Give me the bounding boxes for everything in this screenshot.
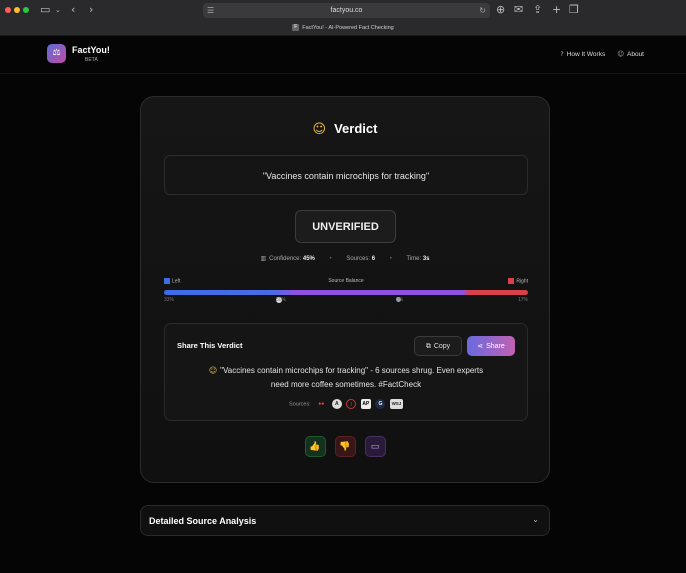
- wsj-icon[interactable]: WSJ: [389, 399, 403, 409]
- comment-icon[interactable]: ▭: [364, 436, 386, 457]
- bar-chart-icon: ▥: [260, 255, 267, 262]
- sources-value: 6: [371, 256, 376, 262]
- nav-how-it-works[interactable]: ? How It Works: [560, 50, 605, 58]
- new-tab-icon[interactable]: +: [552, 3, 561, 17]
- a-icon[interactable]: A: [331, 399, 342, 409]
- share-button[interactable]: ⋖ Share: [467, 336, 515, 356]
- nav-about-label: About: [627, 51, 644, 58]
- tab-overview-icon[interactable]: ❐: [569, 3, 579, 17]
- verdict-heading: ☺ Verdict: [141, 121, 549, 137]
- share-page-icon[interactable]: ⇪: [533, 3, 542, 17]
- tab-favicon-icon: F: [292, 24, 300, 32]
- share-sources: Sources: ●● A / AP G WSJ: [165, 399, 527, 409]
- thinking-face-icon: ☺: [312, 122, 327, 137]
- left-percent: 33%: [164, 297, 175, 303]
- feedback-buttons: 👍 👎 ▭: [141, 436, 549, 457]
- download-icon[interactable]: ⊕: [496, 3, 505, 17]
- balance-right-label: Right: [516, 278, 528, 285]
- balance-percentages: 33% 50% 0% 17%: [164, 297, 528, 307]
- detail-title: Detailed Source Analysis: [149, 516, 257, 526]
- help-circle-icon: ?: [560, 50, 564, 58]
- detailed-source-analysis[interactable]: Detailed Source Analysis ⌄: [140, 505, 550, 536]
- sources-row-label: Sources:: [289, 401, 311, 408]
- reload-icon[interactable]: ↻: [479, 3, 486, 18]
- mail-icon[interactable]: ✉: [514, 3, 523, 17]
- url-text: factyou.co: [330, 7, 363, 14]
- scale-icon[interactable]: ⚖: [47, 44, 66, 63]
- claim-text: "Vaccines contain microchips for trackin…: [164, 155, 528, 195]
- source-balance: Left Source Balance Right 33% 50% 0% 17%: [164, 278, 528, 307]
- verdict-stats: ▥ Confidence: 45% • Sources: 6 • Time: 3s: [141, 255, 549, 262]
- thumbs-down-icon[interactable]: 👎: [334, 436, 356, 457]
- nbc-icon[interactable]: ●●: [315, 399, 327, 409]
- thinking-face-icon: ☺: [208, 366, 218, 375]
- share-panel: Share This Verdict ⧉ Copy ⋖ Share ☺ "Vaccin…: [164, 323, 528, 421]
- page-settings-icon[interactable]: ☰: [207, 3, 214, 18]
- stat-separator: •: [329, 256, 332, 262]
- copy-button[interactable]: ⧉ Copy: [414, 336, 462, 356]
- site-header: ⚖ FactYou! BETA ? How It Works ☺ About: [0, 36, 686, 74]
- zoom-window-button[interactable]: [23, 7, 29, 13]
- window-controls: [5, 7, 29, 13]
- balance-labels: Left Source Balance Right: [164, 278, 528, 287]
- balance-bar: [164, 290, 528, 295]
- right-percent: 17%: [517, 297, 528, 303]
- chevron-down-icon[interactable]: ⌄: [532, 515, 539, 524]
- tab-title: FactYou! - AI-Powered Fact Checking: [302, 25, 394, 31]
- address-bar[interactable]: ☰ factyou.co ↻: [203, 3, 490, 18]
- verdict-card: ☺ Verdict "Vaccines contain microchips fo…: [140, 96, 550, 483]
- share-message-line2: need more coffee sometimes. #FactCheck: [270, 380, 422, 389]
- copy-icon: ⧉: [425, 342, 431, 350]
- balance-right: Right: [508, 278, 528, 284]
- verdict-title: Verdict: [334, 121, 378, 136]
- share-title: Share This Verdict: [177, 341, 243, 350]
- share-icon: ⋖: [477, 342, 484, 350]
- right-swatch: [508, 278, 515, 284]
- confidence-label: Confidence:: [269, 256, 302, 262]
- back-icon[interactable]: ‹: [71, 3, 75, 17]
- stat-separator: •: [389, 256, 392, 262]
- verdict-status-badge: UNVERIFIED: [295, 210, 396, 243]
- browser-toolbar: ▭ ⌄ ‹ › ☰ factyou.co ↻ ⊕ ✉ ⇪ + ❐: [0, 0, 686, 21]
- chevron-down-icon[interactable]: ⌄: [55, 3, 61, 17]
- copy-button-label: Copy: [433, 343, 451, 350]
- minimize-window-button[interactable]: [14, 7, 20, 13]
- sidebar-toggle-icon[interactable]: ▭: [40, 3, 50, 17]
- time-value: 3s: [422, 256, 430, 262]
- browser-chrome: ▭ ⌄ ‹ › ☰ factyou.co ↻ ⊕ ✉ ⇪ + ❐ F FactYo…: [0, 0, 686, 36]
- neutral-percent-value: 0%: [396, 297, 404, 303]
- sources-label: Sources:: [346, 256, 371, 262]
- share-message-line1: "Vaccines contain microchips for trackin…: [220, 366, 484, 375]
- balance-title: Source Balance: [328, 278, 364, 284]
- confidence-value: 45%: [302, 256, 315, 262]
- thumbs-up-icon[interactable]: 👍: [304, 436, 326, 457]
- forward-icon[interactable]: ›: [89, 3, 93, 17]
- close-window-button[interactable]: [5, 7, 11, 13]
- ap-icon[interactable]: AP: [360, 399, 371, 409]
- nav-how-it-works-label: How It Works: [566, 51, 606, 58]
- center-percent-value: 50%: [276, 297, 287, 303]
- g-icon[interactable]: G: [375, 399, 386, 409]
- user-icon: ☺: [617, 50, 624, 58]
- share-button-label: Share: [486, 343, 505, 350]
- brand-name[interactable]: FactYou!: [72, 45, 110, 55]
- beta-badge: BETA: [85, 57, 98, 63]
- nav-about[interactable]: ☺ About: [617, 50, 644, 58]
- share-message: ☺ "Vaccines contain microchips for tracki…: [183, 364, 509, 392]
- main-nav: ? How It Works ☺ About: [560, 50, 644, 58]
- circle-icon[interactable]: /: [346, 399, 357, 409]
- time-label: Time:: [406, 256, 422, 262]
- tab-bar[interactable]: F FactYou! - AI-Powered Fact Checking: [0, 21, 686, 36]
